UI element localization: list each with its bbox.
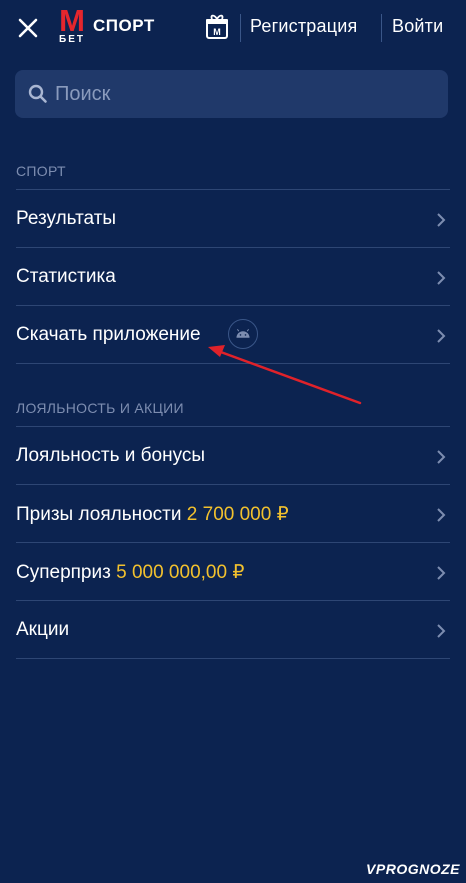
menu-item-download-app[interactable]: Скачать приложение [16, 306, 450, 364]
logo-subtitle: БЕТ [59, 34, 85, 45]
brand-title: СПОРТ [93, 16, 155, 35]
menu-item-results[interactable]: Результаты [16, 190, 450, 248]
menu-item-label-row: Призы лояльности 2 700 000 ₽ [16, 503, 289, 526]
register-link[interactable]: Регистрация [250, 16, 357, 37]
menu-item-label: Статистика [16, 266, 116, 287]
search-input[interactable] [55, 70, 435, 118]
logo[interactable]: M БЕТ [56, 4, 88, 48]
menu-item-label: Результаты [16, 208, 117, 229]
section-title-sport: СПОРТ [16, 163, 66, 179]
prize-amount: 2 700 000 ₽ [186, 504, 289, 525]
menu-item-label-row: Суперприз 5 000 000,00 ₽ [16, 561, 244, 584]
chevron-right-icon [437, 566, 446, 580]
chevron-right-icon [437, 508, 446, 522]
search-icon [28, 84, 47, 103]
section-title-loyalty: ЛОЯЛЬНОСТЬ И АКЦИИ [16, 400, 184, 416]
chevron-right-icon [437, 271, 446, 285]
superprize-amount: 5 000 000,00 ₽ [116, 562, 245, 583]
logo-letter: M [59, 3, 85, 38]
header-divider [240, 14, 241, 42]
watermark: VPROGNOZE [366, 861, 460, 877]
menu-item-label: Лояльность и бонусы [16, 445, 206, 466]
menu-item-label: Призы лояльности [16, 504, 182, 525]
menu-item-label: Акции [16, 619, 70, 640]
close-icon[interactable] [14, 14, 42, 42]
top-bar: M БЕТ СПОРТ M Регистрация Войти [0, 0, 466, 56]
menu-item-promotions[interactable]: Акции [16, 601, 450, 659]
search-bar[interactable] [15, 70, 448, 118]
login-link[interactable]: Войти [392, 16, 443, 37]
gift-badge-text: M [213, 27, 221, 37]
chevron-right-icon [437, 329, 446, 343]
android-icon [228, 319, 258, 349]
menu-item-label: Скачать приложение [16, 324, 201, 345]
menu-item-loyalty-prizes[interactable]: Призы лояльности 2 700 000 ₽ [16, 485, 450, 543]
menu-item-superprize[interactable]: Суперприз 5 000 000,00 ₽ [16, 543, 450, 601]
chevron-right-icon [437, 213, 446, 227]
gift-icon[interactable]: M [205, 14, 229, 40]
menu-item-statistics[interactable]: Статистика [16, 248, 450, 306]
chevron-right-icon [437, 450, 446, 464]
menu-item-loyalty-bonuses[interactable]: Лояльность и бонусы [16, 427, 450, 485]
header-divider [381, 14, 382, 42]
chevron-right-icon [437, 624, 446, 638]
menu-item-label: Суперприз [16, 562, 111, 583]
